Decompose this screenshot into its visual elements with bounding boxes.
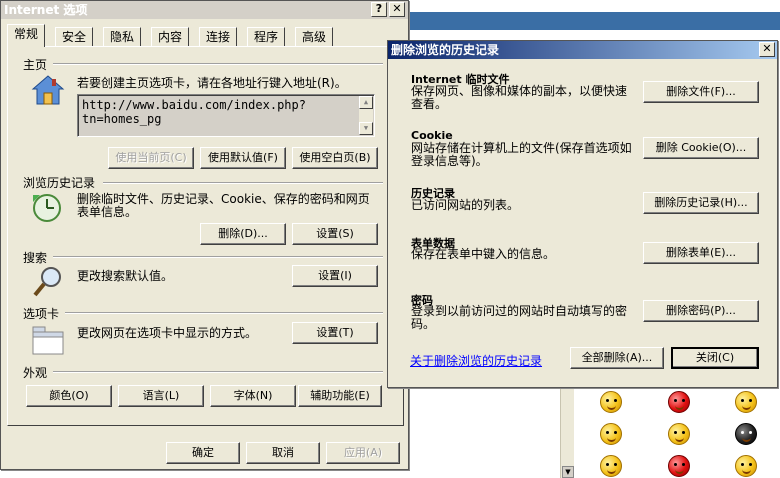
history-settings-button[interactable]: 设置(S) — [292, 223, 378, 245]
help-button[interactable]: ? — [371, 2, 387, 17]
passwords-description: 登录到以前访问过的网站时自动填写的密码。 — [411, 304, 628, 331]
close-button[interactable]: ✕ — [389, 2, 405, 17]
tab-general[interactable]: 常规 — [7, 24, 46, 47]
history-description: 已访问网站的列表。 — [411, 198, 520, 212]
emoticon-icon[interactable] — [735, 423, 757, 445]
scroll-up-icon[interactable]: ▲ — [359, 96, 373, 109]
history-delete-button[interactable]: 删除(D)... — [200, 223, 286, 245]
emoticon-icon[interactable] — [600, 391, 622, 413]
temp-files-description: 保存网页、图像和媒体的副本，以便快速查看。 — [411, 84, 628, 111]
home-url-input[interactable]: http://www.baidu.com/index.php?tn=homes_… — [77, 94, 375, 137]
scroll-down-arrow-icon[interactable]: ▼ — [562, 466, 574, 478]
history-heading: 浏览历史记录 — [23, 176, 96, 190]
tab-security[interactable]: 安全 — [55, 27, 94, 46]
background-scrollbar[interactable]: ▼ — [560, 385, 574, 478]
home-heading: 主页 — [23, 58, 48, 72]
delete-history-dialog: 删除浏览的历史记录 ✕ Internet 临时文件 保存网页、图像和媒体的副本，… — [387, 40, 778, 388]
section-divider — [65, 312, 383, 314]
form-data-description: 保存在表单中键入的信息。 — [411, 247, 556, 261]
close-dialog-button[interactable]: 关闭(C) — [671, 347, 759, 369]
search-heading: 搜索 — [23, 251, 48, 265]
use-default-button[interactable]: 使用默认值(F) — [200, 147, 286, 169]
use-current-button[interactable]: 使用当前页(C) — [108, 147, 194, 169]
dialog-title: Internet 选项 — [4, 3, 88, 17]
colors-button[interactable]: 颜色(O) — [26, 385, 112, 407]
delete-cookies-button[interactable]: 删除 Cookie(O)... — [643, 137, 759, 159]
languages-button[interactable]: 语言(L) — [118, 385, 204, 407]
apply-button[interactable]: 应用(A) — [326, 442, 400, 464]
tabs-description: 更改网页在选项卡中显示的方式。 — [77, 326, 258, 340]
section-divider — [53, 63, 383, 65]
emoticon-icon[interactable] — [668, 391, 690, 413]
url-scrollbar[interactable]: ▲ ▼ — [359, 96, 373, 135]
tabs-settings-button[interactable]: 设置(T) — [292, 322, 378, 344]
tab-advanced[interactable]: 高级 — [295, 27, 334, 46]
scroll-down-icon[interactable]: ▼ — [359, 122, 373, 135]
cookie-description: 网站存储在计算机上的文件(保存首选项如登录信息等)。 — [411, 141, 632, 168]
dialog-title: 删除浏览的历史记录 — [391, 43, 500, 57]
close-icon[interactable]: ✕ — [759, 42, 775, 57]
delete-all-button[interactable]: 全部删除(A)... — [570, 347, 664, 369]
about-delete-history-link[interactable]: 关于删除浏览的历史记录 — [410, 352, 542, 369]
home-description: 若要创建主页选项卡，请在各地址行键入地址(R)。 — [77, 76, 347, 90]
section-divider — [103, 182, 383, 184]
delete-passwords-button[interactable]: 删除密码(P)... — [643, 300, 759, 322]
emoticon-icon[interactable] — [735, 391, 757, 413]
home-url-text: http://www.baidu.com/index.php?tn=homes_… — [82, 98, 306, 126]
home-icon — [31, 75, 65, 105]
emoticon-icon[interactable] — [668, 455, 690, 477]
search-settings-button[interactable]: 设置(I) — [292, 265, 378, 287]
internet-options-titlebar[interactable]: Internet 选项 — [1, 1, 408, 19]
search-icon — [33, 267, 61, 297]
appearance-heading: 外观 — [23, 366, 48, 380]
delete-history-button[interactable]: 删除历史记录(H)... — [643, 192, 759, 214]
cancel-button[interactable]: 取消 — [246, 442, 320, 464]
ok-button[interactable]: 确定 — [166, 442, 240, 464]
history-clock-icon — [33, 194, 61, 222]
emoticon-icon[interactable] — [668, 423, 690, 445]
emoticon-icon[interactable] — [600, 423, 622, 445]
tabs-heading: 选项卡 — [23, 307, 60, 321]
use-blank-button[interactable]: 使用空白页(B) — [292, 147, 378, 169]
delete-forms-button[interactable]: 删除表单(E)... — [643, 242, 759, 264]
tab-programs[interactable]: 程序 — [247, 27, 286, 46]
tabs-icon — [32, 326, 64, 355]
background-header-bar — [405, 12, 780, 30]
delete-history-titlebar[interactable]: 删除浏览的历史记录 — [388, 41, 777, 59]
emoticon-icon[interactable] — [600, 455, 622, 477]
emoticon-icon[interactable] — [735, 455, 757, 477]
accessibility-button[interactable]: 辅助功能(E) — [298, 385, 382, 407]
tab-privacy[interactable]: 隐私 — [103, 27, 142, 46]
search-description: 更改搜索默认值。 — [77, 269, 174, 283]
section-divider — [53, 371, 383, 373]
section-divider — [53, 256, 383, 258]
tab-connections[interactable]: 连接 — [199, 27, 238, 46]
tab-content[interactable]: 内容 — [151, 27, 190, 46]
fonts-button[interactable]: 字体(N) — [210, 385, 296, 407]
delete-files-button[interactable]: 删除文件(F)... — [643, 81, 759, 103]
internet-options-dialog: Internet 选项 ? ✕ 常规 安全 隐私 内容 连接 程序 高级 主页 … — [0, 0, 409, 470]
history-description: 删除临时文件、历史记录、Cookie、保存的密码和网页表单信息。 — [77, 192, 370, 219]
